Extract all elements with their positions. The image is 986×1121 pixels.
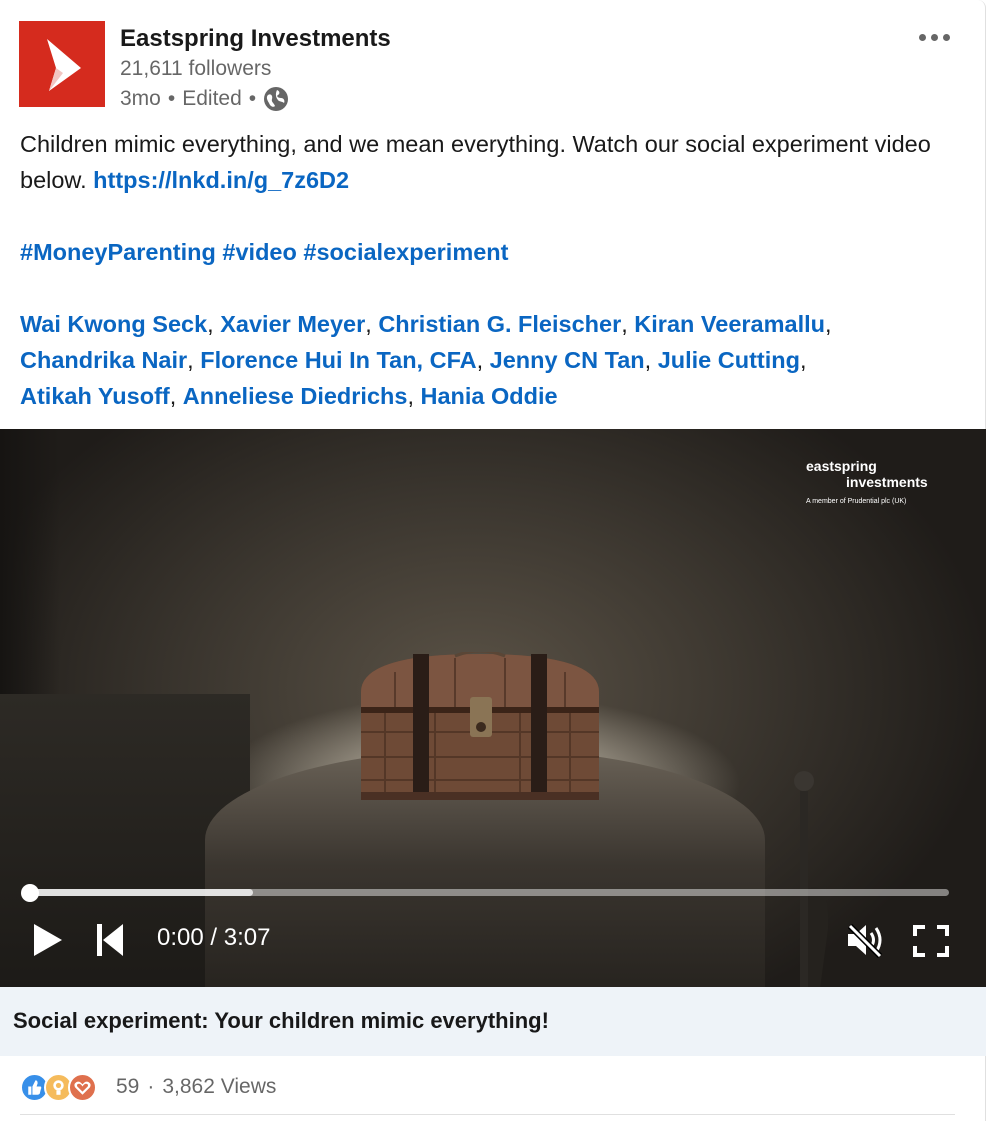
mention-xavier-meyer[interactable]: Xavier Meyer bbox=[220, 311, 365, 337]
eastspring-watermark: eastspring investments A member of Prude… bbox=[806, 458, 928, 507]
mention-jenny-tan[interactable]: Jenny CN Tan bbox=[490, 347, 645, 373]
muted-speaker-icon[interactable] bbox=[846, 922, 886, 963]
mention-separator: , bbox=[799, 347, 807, 373]
mention-anneliese-diedrichs[interactable]: Anneliese Diedrichs bbox=[183, 383, 408, 409]
post-text: Children mimic everything, and we mean e… bbox=[20, 126, 960, 414]
meta-separator: • bbox=[248, 87, 257, 110]
social-separator: · bbox=[147, 1075, 155, 1098]
progress-scrubber[interactable] bbox=[21, 884, 39, 902]
video-vase bbox=[794, 771, 829, 987]
watermark-tagline: A member of Prudential plc (UK) bbox=[806, 498, 907, 505]
love-icon bbox=[68, 1072, 97, 1102]
fullscreen-icon[interactable] bbox=[913, 925, 949, 962]
mention-chandrika-nair[interactable]: Chandrika Nair bbox=[20, 347, 187, 373]
post-body: Children mimic everything, and we mean e… bbox=[20, 126, 960, 198]
mention-christian-fleischer[interactable]: Christian G. Fleischer bbox=[378, 311, 621, 337]
skip-back-icon[interactable] bbox=[97, 923, 125, 962]
video-player[interactable]: eastspring investments A member of Prude… bbox=[0, 429, 986, 987]
globe-icon bbox=[263, 86, 289, 112]
meta-separator: • bbox=[167, 87, 176, 110]
post-card: Eastspring Investments 21,611 followers … bbox=[0, 0, 986, 1121]
video-buffer-bar bbox=[30, 889, 254, 896]
video-title-bar[interactable]: Social experiment: Your children mimic e… bbox=[0, 987, 986, 1056]
divider bbox=[20, 1114, 955, 1115]
mention-separator: , bbox=[365, 311, 372, 337]
mention-separator: , bbox=[644, 347, 652, 373]
mentions: Wai Kwong Seck, Xavier Meyer, Christian … bbox=[20, 306, 960, 414]
watermark-line1: eastspring bbox=[806, 458, 877, 474]
view-count: 3,862 Views bbox=[162, 1075, 277, 1098]
mention-separator: , bbox=[169, 383, 177, 409]
mention-hania-oddie[interactable]: Hania Oddie bbox=[421, 383, 558, 409]
edited-label: Edited bbox=[182, 87, 242, 110]
post-age: 3mo bbox=[120, 87, 161, 110]
video-time: 0:00 / 3:07 bbox=[157, 924, 271, 951]
mention-separator: , bbox=[825, 311, 832, 337]
mention-separator: , bbox=[207, 311, 214, 337]
post-link[interactable]: https://lnkd.in/g_7z6D2 bbox=[93, 167, 349, 193]
mention-separator: , bbox=[407, 383, 414, 409]
mention-separator: , bbox=[476, 347, 484, 373]
follower-count: 21,611 followers bbox=[120, 57, 272, 80]
mention-wai-kwong-seck[interactable]: Wai Kwong Seck bbox=[20, 311, 207, 337]
hashtags: #MoneyParenting #video #socialexperiment bbox=[20, 234, 960, 270]
watermark-line2: investments bbox=[846, 474, 928, 490]
video-progress-bar[interactable] bbox=[21, 884, 949, 902]
mention-florence-tan[interactable]: Florence Hui In Tan, CFA bbox=[200, 347, 476, 373]
treasure-chest-image bbox=[361, 652, 599, 800]
more-options-icon[interactable] bbox=[912, 26, 956, 48]
mention-atikah-yusoff[interactable]: Atikah Yusoff bbox=[20, 383, 170, 409]
social-counts: 59 · 3,862 Views bbox=[20, 1072, 276, 1102]
eastspring-logo-icon[interactable] bbox=[19, 21, 105, 107]
mention-kiran-veeramallu[interactable]: Kiran Veeramallu bbox=[634, 311, 825, 337]
hashtag-social-experiment[interactable]: #socialexperiment bbox=[303, 239, 508, 265]
hashtag-money-parenting[interactable]: #MoneyParenting bbox=[20, 239, 216, 265]
play-icon[interactable] bbox=[32, 922, 64, 963]
video-title[interactable]: Social experiment: Your children mimic e… bbox=[13, 1008, 549, 1034]
hashtag-video[interactable]: #video bbox=[222, 239, 296, 265]
mention-separator: , bbox=[187, 347, 194, 373]
mention-separator: , bbox=[621, 311, 628, 337]
post-meta: 3mo • Edited • bbox=[120, 86, 289, 112]
mention-julie-cutting[interactable]: Julie Cutting bbox=[658, 347, 800, 373]
company-name[interactable]: Eastspring Investments bbox=[120, 25, 391, 53]
reaction-icons[interactable] bbox=[20, 1072, 97, 1102]
reaction-count[interactable]: 59 bbox=[116, 1075, 139, 1099]
